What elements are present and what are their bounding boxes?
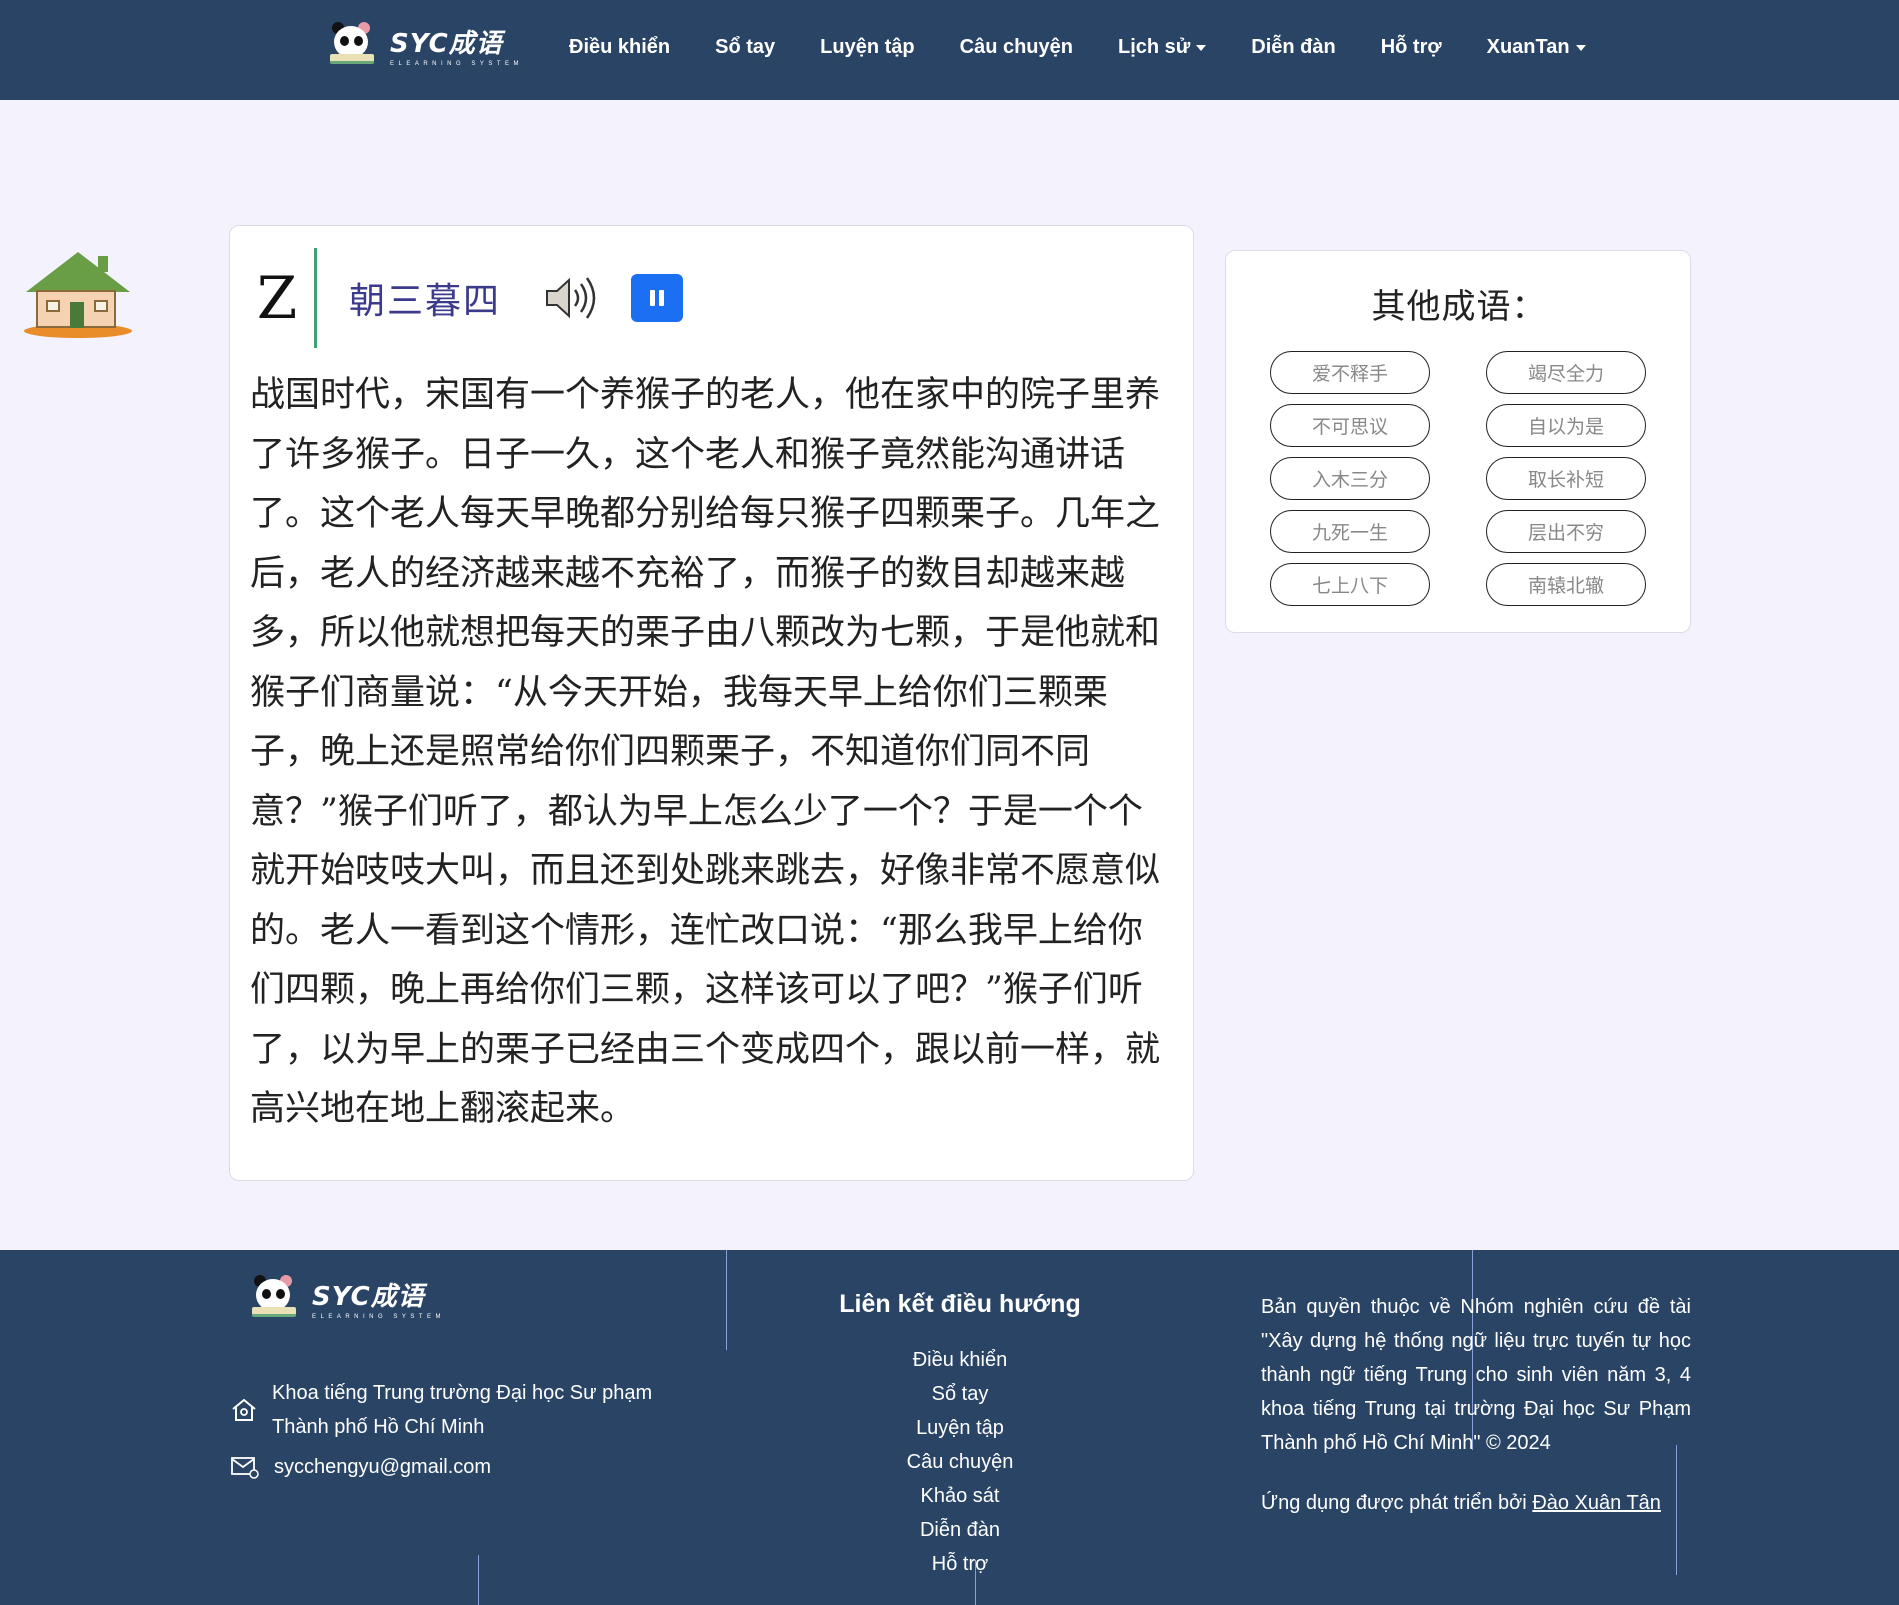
footer-logo[interactable]: SYC成语 ELEARNING SYSTEM (250, 1275, 445, 1321)
divider (314, 248, 317, 348)
panda-logo-icon (328, 22, 376, 68)
logo-subtext: ELEARNING SYSTEM (390, 61, 524, 67)
index-letter: Z (256, 264, 298, 332)
mail-icon (231, 1457, 259, 1479)
pause-icon (650, 290, 656, 306)
caret-down-icon (1196, 44, 1207, 51)
story-card: Z 朝三暮四 战国时代，宋国有一个养猴子的老人，他在家中的院子里养了许多猴子。日… (229, 225, 1194, 1181)
footer-link-dien-dan[interactable]: Diễn đàn (780, 1513, 1140, 1547)
speaker-icon[interactable] (543, 274, 599, 322)
idiom-title: 朝三暮四 (349, 281, 502, 322)
developer-prefix: Ứng dụng được phát triển bởi (1261, 1492, 1533, 1514)
idiom-chip[interactable]: 七上八下 (1270, 563, 1430, 606)
nav-dropdown-label: Lịch sử (1117, 36, 1191, 58)
nav-link-dieu-khien[interactable]: Điều khiển (569, 36, 670, 59)
footer-link-dieu-khien[interactable]: Điều khiển (780, 1343, 1140, 1377)
story-text: 战国时代，宋国有一个养猴子的老人，他在家中的院子里养了许多猴子。日子一久，这个老… (250, 375, 1161, 1129)
footer-email: sycchengyu@gmail.com (230, 1455, 491, 1479)
home-icon[interactable] (24, 246, 132, 341)
nav-link-cau-chuyen[interactable]: Câu chuyện (960, 36, 1073, 59)
nav-links: Điều khiển Sổ tay Luyện tập Câu chuyện L… (569, 36, 1631, 59)
idiom-chip[interactable]: 入木三分 (1270, 457, 1430, 500)
nav-link-dien-dan[interactable]: Diễn đàn (1251, 36, 1335, 59)
other-idioms-card: 其他成语： 爱不释手 竭尽全力 不可思议 自以为是 入木三分 取长补短 九死一生… (1225, 250, 1691, 633)
nav-link-luyen-tap[interactable]: Luyện tập (820, 36, 914, 59)
divider (726, 1250, 727, 1350)
email-link[interactable]: sycchengyu@gmail.com (274, 1456, 491, 1479)
idiom-chip[interactable]: 自以为是 (1486, 404, 1646, 447)
panda-logo-icon (250, 1275, 298, 1321)
nav-link-so-tay[interactable]: Sổ tay (715, 36, 775, 59)
idiom-chip[interactable]: 层出不穷 (1486, 510, 1646, 553)
idiom-chip[interactable]: 爱不释手 (1270, 351, 1430, 394)
idiom-chip[interactable]: 九死一生 (1270, 510, 1430, 553)
logo-text: SYC成语 (390, 29, 503, 59)
footer-nav-title: Liên kết điều hướng (839, 1290, 1081, 1318)
footer-nav: Liên kết điều hướng Điều khiển Sổ tay Lu… (780, 1290, 1140, 1581)
divider (478, 1555, 479, 1605)
address-line: Thành phố Hồ Chí Minh (272, 1416, 485, 1438)
footer: SYC成语 ELEARNING SYSTEM Khoa tiếng Trung … (0, 1250, 1899, 1605)
footer-link-khao-sat[interactable]: Khảo sát (780, 1479, 1140, 1513)
idiom-chip[interactable]: 南辕北辙 (1486, 563, 1646, 606)
caret-down-icon (1575, 44, 1586, 51)
user-menu-dropdown[interactable]: XuanTan (1487, 36, 1586, 59)
pause-button[interactable] (631, 274, 684, 322)
footer-link-ho-tro[interactable]: Hỗ trợ (780, 1547, 1140, 1581)
divider (1676, 1445, 1677, 1575)
other-idioms-title: 其他成语： (1371, 287, 1547, 327)
home-outline-icon (232, 1398, 256, 1421)
idiom-chip[interactable]: 取长补短 (1486, 457, 1646, 500)
address-line: Khoa tiếng Trung trường Đại học Sư phạm (272, 1382, 653, 1404)
developer-link[interactable]: Đào Xuân Tân (1532, 1492, 1661, 1514)
navbar: SYC成语 ELEARNING SYSTEM Điều khiển Sổ tay… (0, 0, 1899, 100)
footer-link-so-tay[interactable]: Sổ tay (780, 1377, 1140, 1411)
story-header: Z 朝三暮四 (250, 246, 684, 350)
footer-link-luyen-tap[interactable]: Luyện tập (780, 1411, 1140, 1445)
footer-link-cau-chuyen[interactable]: Câu chuyện (780, 1445, 1140, 1479)
user-name: XuanTan (1486, 36, 1570, 58)
footer-address: Khoa tiếng Trung trường Đại học Sư phạm … (230, 1376, 652, 1444)
site-logo[interactable]: SYC成语 ELEARNING SYSTEM (328, 22, 523, 68)
nav-link-ho-tro[interactable]: Hỗ trợ (1381, 36, 1442, 59)
copyright-text: Bản quyền thuộc về Nhóm nghiên cứu đề tà… (1261, 1296, 1691, 1454)
developer-credit: Ứng dụng được phát triển bởi Đào Xuân Tâ… (1261, 1492, 1661, 1515)
nav-dropdown-lich-su[interactable]: Lịch sử (1117, 36, 1207, 59)
idiom-chip[interactable]: 竭尽全力 (1486, 351, 1646, 394)
idiom-chip[interactable]: 不可思议 (1270, 404, 1430, 447)
logo-text: SYC成语 (312, 1282, 425, 1312)
idiom-chip-list: 爱不释手 竭尽全力 不可思议 自以为是 入木三分 取长补短 九死一生 层出不穷 … (1270, 351, 1650, 606)
logo-subtext: ELEARNING SYSTEM (312, 1314, 446, 1320)
